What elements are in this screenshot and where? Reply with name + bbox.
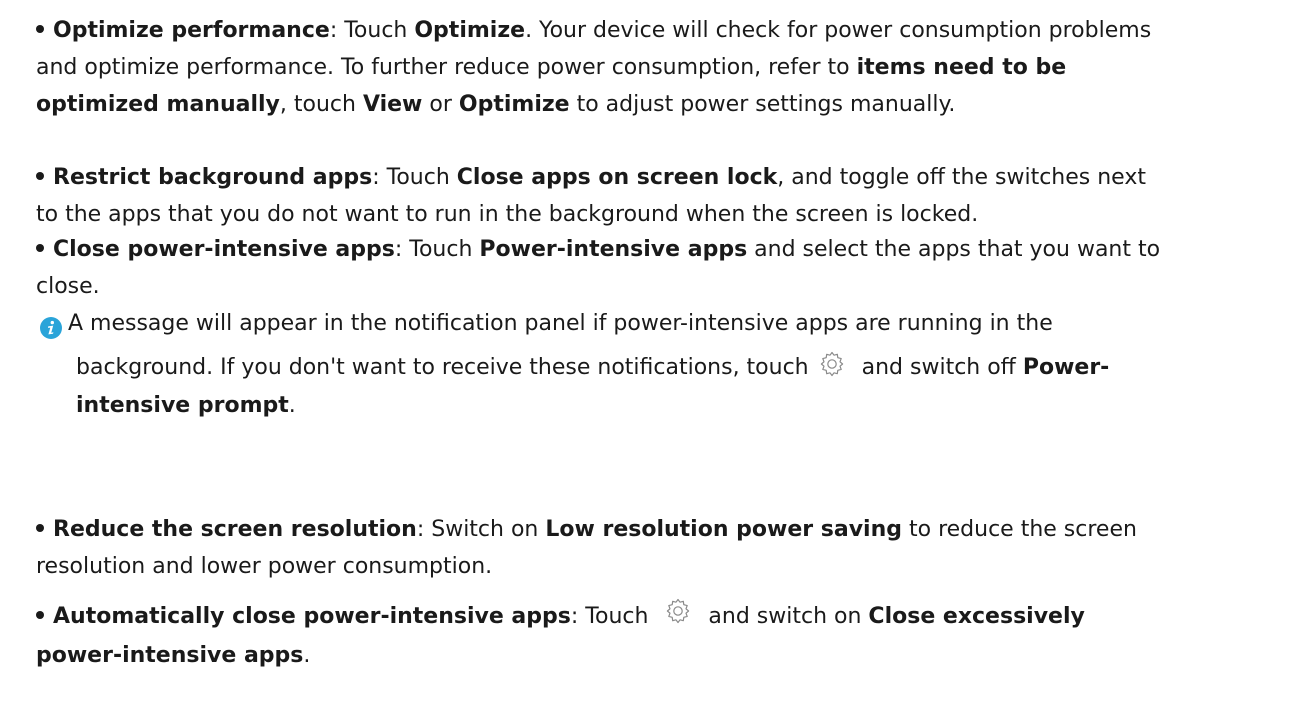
- bullet: [36, 244, 44, 252]
- list-item-optimize-performance: Optimize performance: Touch Optimize. Yo…: [36, 12, 1296, 123]
- text: . Your device will check for power consu…: [525, 18, 1152, 43]
- text: and select the apps that you want to: [747, 237, 1161, 262]
- text: and switch on: [701, 604, 869, 629]
- line: optimized manually, touch View or Optimi…: [36, 86, 1296, 123]
- list-item-close-power-intensive-apps: Close power-intensive apps: Touch Power-…: [36, 231, 1296, 305]
- line: resolution and lower power consumption.: [36, 548, 1296, 585]
- text: background. If you don't want to receive…: [76, 355, 809, 380]
- ui-term: Power-intensive apps: [479, 237, 748, 262]
- text: close.: [36, 274, 100, 299]
- text: A message will appear in the notificatio…: [68, 311, 1053, 336]
- text: or: [422, 92, 459, 117]
- text: : Switch on: [416, 517, 546, 542]
- line: close.: [36, 268, 1296, 305]
- text: : Touch: [329, 18, 415, 43]
- bullet: [36, 524, 44, 532]
- info-icon: [40, 311, 62, 339]
- list-item-reduce-screen-resolution: Reduce the screen resolution: Switch on …: [36, 511, 1296, 585]
- item-title: Restrict background apps: [53, 165, 373, 190]
- ui-term: Low resolution power saving: [545, 517, 902, 542]
- item-title: Optimize performance: [53, 18, 330, 43]
- line: Optimize performance: Touch Optimize. Yo…: [36, 12, 1296, 49]
- bullet: [36, 25, 44, 33]
- text: to the apps that you do not want to run …: [36, 202, 979, 227]
- text: to adjust power settings manually.: [569, 92, 956, 117]
- text: and optimize performance. To further red…: [36, 55, 857, 80]
- text: and switch off: [854, 355, 1023, 380]
- text: .: [288, 393, 296, 418]
- text: .: [303, 643, 311, 668]
- line: intensive prompt.: [40, 387, 1290, 424]
- line: and optimize performance. To further red…: [36, 49, 1296, 86]
- ui-term: Power-: [1022, 355, 1110, 380]
- text: : Touch: [372, 165, 457, 190]
- bullet: [36, 611, 44, 619]
- gear-icon: [665, 598, 691, 624]
- ui-term: View: [362, 92, 423, 117]
- gear-icon: [819, 349, 845, 377]
- item-title: Close power-intensive apps: [53, 237, 395, 262]
- text: : Touch: [394, 237, 480, 262]
- ui-term: optimized manually: [36, 92, 280, 117]
- item-title: Reduce the screen resolution: [53, 517, 417, 542]
- line: background. If you don't want to receive…: [40, 346, 1290, 390]
- ui-term: Optimize: [458, 92, 570, 117]
- text: , and toggle off the switches next: [777, 165, 1146, 190]
- text: : Touch: [570, 604, 656, 629]
- bullet: [36, 172, 44, 180]
- ui-term: power-intensive apps: [36, 643, 304, 668]
- line: to the apps that you do not want to run …: [36, 196, 1296, 233]
- line: Automatically close power-intensive apps…: [36, 597, 1296, 637]
- ui-term: items need to be: [856, 55, 1067, 80]
- line: Restrict background apps: Touch Close ap…: [36, 159, 1296, 196]
- ui-term: Close excessively: [868, 604, 1085, 629]
- line: power-intensive apps.: [36, 637, 1296, 674]
- ui-term: intensive prompt: [76, 393, 289, 418]
- text: , touch: [279, 92, 363, 117]
- list-item-restrict-background-apps: Restrict background apps: Touch Close ap…: [36, 159, 1296, 233]
- line: Close power-intensive apps: Touch Power-…: [36, 231, 1296, 268]
- item-title: Automatically close power-intensive apps: [53, 604, 571, 629]
- line: Reduce the screen resolution: Switch on …: [36, 511, 1296, 548]
- text: resolution and lower power consumption.: [36, 554, 493, 579]
- info-note: A message will appear in the notificatio…: [40, 302, 1290, 424]
- line: A message will appear in the notificatio…: [40, 302, 1290, 346]
- text: to reduce the screen: [902, 517, 1137, 542]
- ui-term: Optimize: [414, 18, 526, 43]
- list-item-auto-close-power-intensive-apps: Automatically close power-intensive apps…: [36, 597, 1296, 674]
- ui-term: Close apps on screen lock: [456, 165, 778, 190]
